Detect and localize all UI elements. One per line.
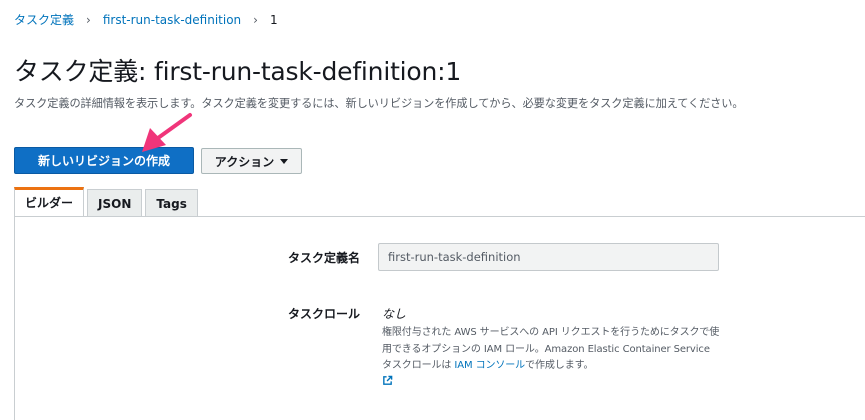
breadcrumb: タスク定義 › first-run-task-definition › 1 [14, 11, 278, 28]
chevron-right-icon: › [86, 12, 91, 27]
task-role-help-text: 権限付与された AWS サービスへの API リクエストを行うためにタスクで使用… [382, 325, 722, 393]
chevron-right-icon: › [253, 12, 258, 27]
tab-tags[interactable]: Tags [145, 189, 198, 217]
external-link-icon[interactable] [382, 375, 393, 393]
task-role-value: なし [382, 307, 407, 321]
create-new-revision-button[interactable]: 新しいリビジョンの作成 [14, 147, 194, 174]
breadcrumb-current-revision: 1 [269, 12, 278, 27]
task-role-label: タスクロール [288, 307, 361, 321]
breadcrumb-task-definitions[interactable]: タスク定義 [14, 11, 74, 28]
tab-builder[interactable]: ビルダー [14, 187, 85, 217]
help-text-suffix: で作成します。 [525, 360, 594, 371]
page-title: タスク定義: first-run-task-definition:1 [14, 57, 462, 86]
create-new-revision-label: 新しいリビジョンの作成 [37, 154, 170, 168]
actions-dropdown-button[interactable]: アクション [201, 148, 302, 174]
caret-down-icon [280, 159, 289, 164]
actions-label: アクション [214, 154, 275, 169]
task-definition-name-label: タスク定義名 [288, 251, 361, 265]
breadcrumb-task-definition-family[interactable]: first-run-task-definition [103, 13, 241, 27]
task-definition-name-field: first-run-task-definition [378, 243, 719, 271]
iam-console-link[interactable]: IAM コンソール [454, 360, 525, 371]
tab-json[interactable]: JSON [87, 189, 143, 217]
tab-bar: ビルダー JSON Tags [14, 187, 201, 217]
page-description: タスク定義の詳細情報を表示します。タスク定義を変更するには、新しいリビジョンを作… [14, 97, 744, 110]
